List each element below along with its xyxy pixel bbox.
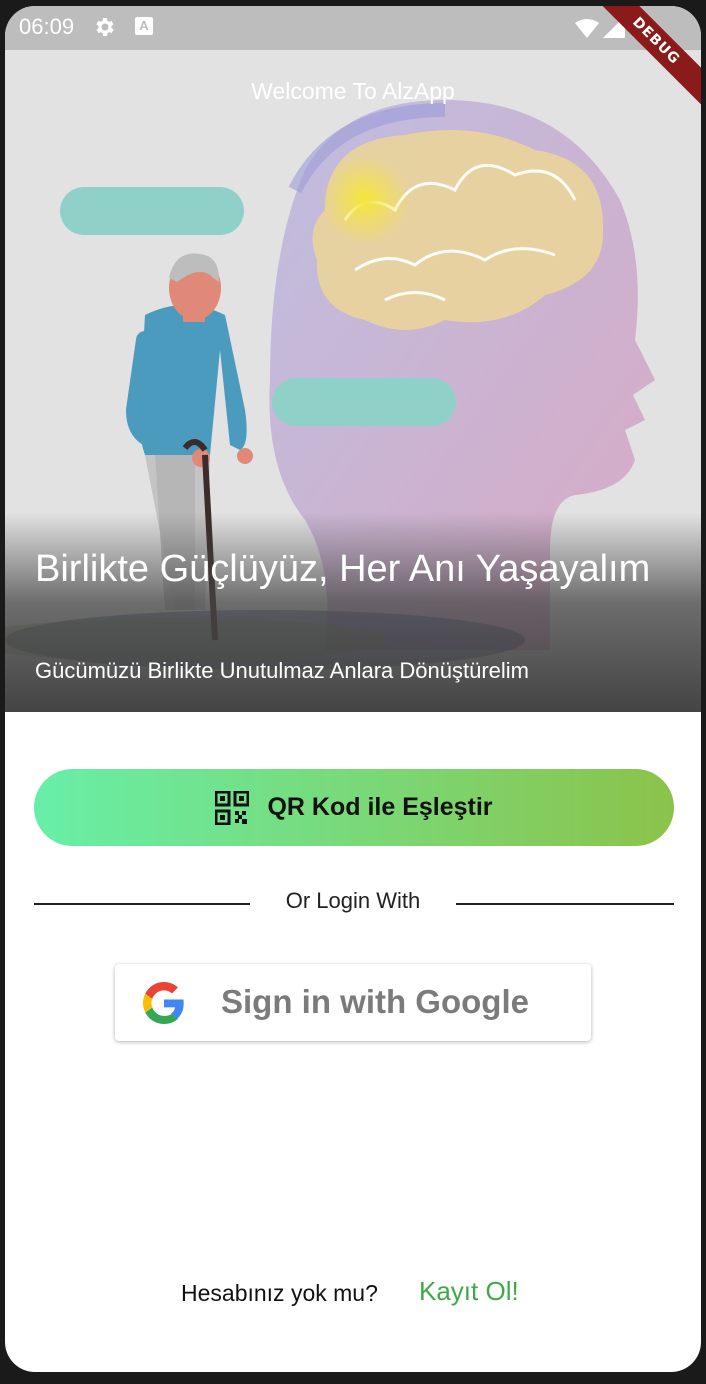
status-bar: 06:09 A DEBUG: [5, 6, 701, 111]
google-signin-button[interactable]: Sign in with Google: [115, 964, 591, 1041]
hero-title: Birlikte Güçlüyüz, Her Anı Yaşayalım: [35, 548, 651, 590]
divider-line-right: [456, 903, 674, 905]
qr-pair-label: QR Kod ile Eşleştir: [267, 793, 493, 821]
qr-code-icon: [214, 790, 250, 825]
hero-section: Welcome To AlzApp Birlikte Güçlüyüz, Her…: [5, 50, 701, 712]
google-logo-icon: [143, 982, 185, 1028]
a-badge-icon: A: [135, 17, 153, 35]
teal-pill: [60, 187, 244, 235]
status-time: 06:09: [19, 14, 75, 39]
teal-pill: [272, 378, 456, 426]
welcome-text: Welcome To AlzApp: [251, 78, 455, 104]
register-link[interactable]: Kayıt Ol!: [419, 1276, 519, 1307]
divider-line-left: [34, 903, 250, 905]
gear-icon: [92, 15, 116, 43]
google-signin-label: Sign in with Google: [221, 983, 529, 1020]
qr-pair-button[interactable]: QR Kod ile Eşleştir: [34, 769, 674, 846]
no-account-text: Hesabınız yok mu?: [181, 1280, 378, 1306]
brain-glow: [320, 155, 410, 245]
device-screen: 06:09 A DEBUG Welcome To AlzApp Birlikte…: [5, 6, 701, 1372]
divider-label: Or Login With: [285, 888, 421, 913]
hero-subtitle: Gücümüzü Birlikte Unutulmaz Anlara Dönüş…: [35, 658, 529, 683]
wifi-icon: [575, 19, 599, 38]
